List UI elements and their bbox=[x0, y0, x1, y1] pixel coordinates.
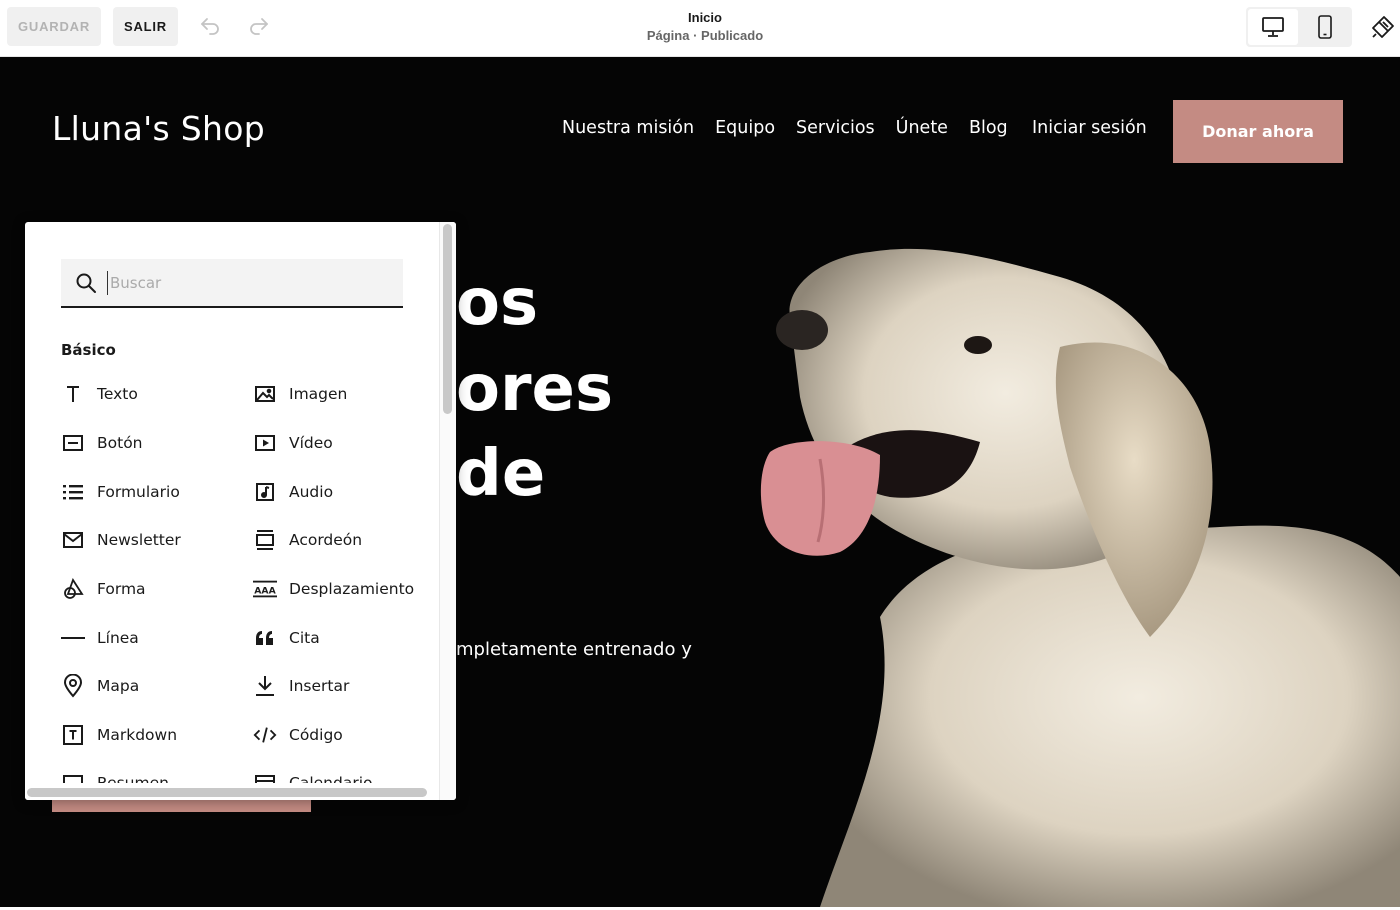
markdown-icon bbox=[61, 723, 85, 747]
embed-icon bbox=[253, 674, 277, 698]
audio-icon bbox=[253, 480, 277, 504]
login-link[interactable]: Iniciar sesión bbox=[1032, 118, 1147, 138]
horizontal-scroll-thumb[interactable] bbox=[27, 788, 427, 797]
line-icon bbox=[61, 626, 85, 650]
scrolling-text-icon: AAA bbox=[253, 577, 277, 601]
block-item-imagen[interactable]: Imagen bbox=[253, 378, 347, 410]
hero-heading-line[interactable]: de bbox=[456, 434, 545, 514]
page-title[interactable]: Inicio bbox=[560, 9, 850, 26]
page-status: Página · Publicado bbox=[646, 28, 764, 43]
block-item-label: Audio bbox=[289, 483, 334, 501]
block-item-newsletter[interactable]: Newsletter bbox=[61, 524, 181, 556]
svg-text:AAA: AAA bbox=[254, 586, 276, 597]
button-icon bbox=[61, 431, 85, 455]
block-item-label: Botón bbox=[97, 434, 143, 452]
desktop-icon bbox=[1262, 17, 1284, 37]
search-icon bbox=[76, 273, 96, 293]
block-item-boton[interactable]: Botón bbox=[61, 427, 143, 459]
save-button[interactable]: GUARDAR bbox=[7, 7, 101, 46]
site-logo[interactable]: Lluna's Shop bbox=[52, 109, 265, 148]
form-icon bbox=[61, 480, 85, 504]
block-search[interactable] bbox=[61, 259, 403, 308]
block-item-label: Código bbox=[289, 726, 343, 744]
nav-link-unete[interactable]: Únete bbox=[896, 118, 948, 142]
block-item-label: Línea bbox=[97, 629, 139, 647]
block-item-forma[interactable]: Forma bbox=[61, 573, 146, 605]
donate-button[interactable]: Donar ahora bbox=[1173, 100, 1343, 163]
text-icon bbox=[61, 382, 85, 406]
accordion-icon bbox=[253, 528, 277, 552]
image-icon bbox=[253, 382, 277, 406]
hero-heading-line[interactable]: os bbox=[456, 263, 538, 343]
mobile-view-button[interactable] bbox=[1300, 9, 1350, 45]
desktop-view-button[interactable] bbox=[1248, 9, 1298, 45]
nav-link-servicios[interactable]: Servicios bbox=[796, 118, 875, 142]
hero-body-text[interactable]: mpletamente entrenado y bbox=[456, 639, 692, 660]
vertical-scroll-thumb[interactable] bbox=[443, 224, 452, 414]
search-input[interactable] bbox=[107, 271, 387, 295]
mobile-icon bbox=[1318, 15, 1332, 39]
dog-photo bbox=[760, 248, 1400, 907]
block-item-codigo[interactable]: Código bbox=[253, 719, 343, 751]
block-item-label: Texto bbox=[97, 385, 138, 403]
block-item-label: Acordeón bbox=[289, 531, 363, 549]
quote-icon bbox=[253, 626, 277, 650]
block-item-desplazamiento[interactable]: AAA Desplazamiento bbox=[253, 573, 414, 605]
shape-icon bbox=[61, 577, 85, 601]
undo-icon[interactable] bbox=[196, 12, 224, 40]
device-toggle bbox=[1246, 7, 1352, 47]
redo-icon[interactable] bbox=[245, 12, 273, 40]
main-nav: Nuestra misión Equipo Servicios Únete Bl… bbox=[562, 118, 1008, 142]
section-title-basic: Básico bbox=[61, 341, 116, 359]
map-pin-icon bbox=[61, 674, 85, 698]
block-item-linea[interactable]: Línea bbox=[61, 622, 139, 654]
design-brush-icon[interactable] bbox=[1368, 12, 1398, 42]
block-item-cita[interactable]: Cita bbox=[253, 622, 320, 654]
block-item-label: Desplazamiento bbox=[289, 580, 415, 598]
block-item-video[interactable]: Vídeo bbox=[253, 427, 333, 459]
nav-link-equipo[interactable]: Equipo bbox=[715, 118, 775, 142]
video-icon bbox=[253, 431, 277, 455]
nav-link-mision[interactable]: Nuestra misión bbox=[562, 118, 694, 142]
exit-button[interactable]: SALIR bbox=[113, 7, 178, 46]
block-item-mapa[interactable]: Mapa bbox=[61, 670, 139, 702]
block-item-formulario[interactable]: Formulario bbox=[61, 476, 180, 508]
code-icon bbox=[253, 723, 277, 747]
block-item-label: Vídeo bbox=[289, 434, 333, 452]
block-item-label: Imagen bbox=[289, 385, 348, 403]
block-item-label: Mapa bbox=[97, 677, 140, 695]
block-item-insertar[interactable]: Insertar bbox=[253, 670, 349, 702]
block-item-label: Newsletter bbox=[97, 531, 181, 549]
nav-link-blog[interactable]: Blog bbox=[969, 118, 1008, 142]
add-block-panel: Básico Texto Botón Formulario Newsletter… bbox=[25, 222, 456, 800]
block-item-acordeon[interactable]: Acordeón bbox=[253, 524, 362, 556]
block-item-label: Insertar bbox=[289, 677, 350, 695]
block-item-label: Forma bbox=[97, 580, 146, 598]
block-item-markdown[interactable]: Markdown bbox=[61, 719, 177, 751]
block-item-label: Markdown bbox=[97, 726, 178, 744]
block-item-texto[interactable]: Texto bbox=[61, 378, 138, 410]
block-item-label: Formulario bbox=[97, 483, 180, 501]
block-item-audio[interactable]: Audio bbox=[253, 476, 333, 508]
hero-heading-line[interactable]: ores bbox=[456, 349, 613, 429]
editor-toolbar: GUARDAR SALIR Inicio Página · Publicado bbox=[0, 0, 1400, 57]
block-item-label: Cita bbox=[289, 629, 320, 647]
newsletter-icon bbox=[61, 528, 85, 552]
